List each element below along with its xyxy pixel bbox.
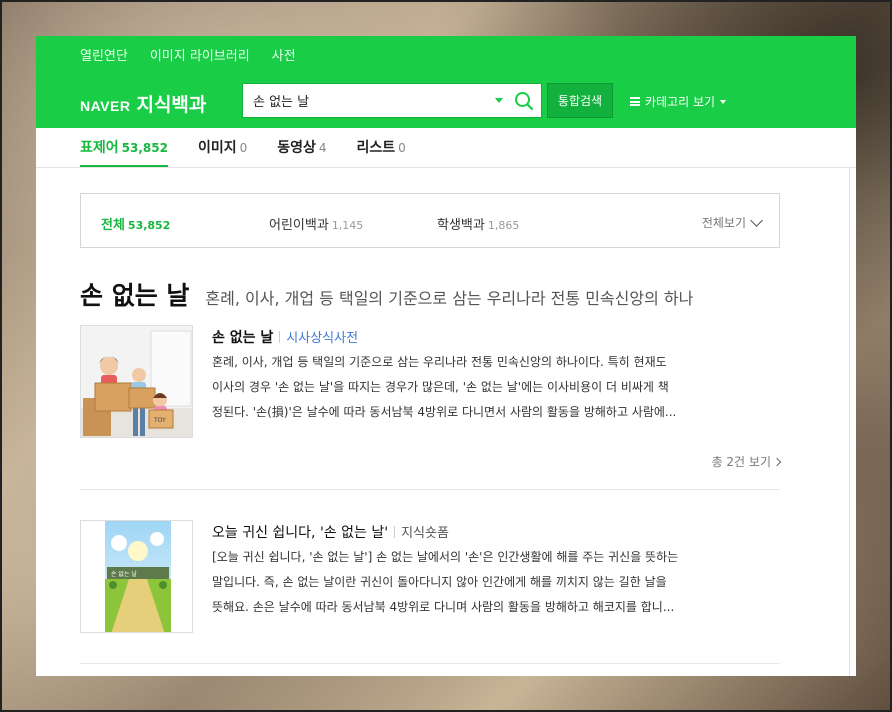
- content-divider: [849, 168, 850, 676]
- tab-images[interactable]: 이미지 0: [198, 128, 247, 167]
- sunny-road-illustration[interactable]: 손 없는 날: [80, 520, 193, 633]
- tab-videos[interactable]: 동영상 4: [277, 128, 326, 167]
- result-item: TOY 손 없는 날 시사상식사전 혼례, 이사, 개업 등 택일의 기준으로 삼…: [80, 325, 782, 500]
- chevron-down-icon: [720, 99, 727, 104]
- search-box: [242, 83, 542, 118]
- moving-family-illustration[interactable]: TOY: [80, 325, 193, 438]
- top-nav: 열린연단 이미지 라이브러리 사전: [80, 45, 296, 64]
- logo-brand: NAVER: [80, 98, 131, 114]
- result-title-link[interactable]: 손 없는 날: [212, 330, 273, 346]
- autocomplete-toggle-icon[interactable]: [495, 98, 503, 103]
- term-description: 혼례, 이사, 개업 등 택일의 기준으로 삼는 우리나라 전통 민속신앙의 하…: [205, 289, 694, 308]
- result-snippet[interactable]: [오늘 귀신 쉽니다, '손 없는 날'] 손 없는 날에서의 '손'은 인간생…: [212, 545, 752, 620]
- svg-text:TOY: TOY: [153, 417, 166, 424]
- filter-student-encyclopedia[interactable]: 학생백과 1,865: [437, 214, 519, 233]
- more-results-link[interactable]: 총 2건 보기: [712, 453, 782, 470]
- chevron-down-icon: [750, 213, 763, 227]
- term-title: 손 없는 날: [80, 281, 190, 310]
- result-title-link[interactable]: 오늘 귀신 쉽니다, '손 없는 날': [212, 525, 388, 541]
- category-label: 카테고리 보기: [645, 95, 716, 109]
- result-title-row: 오늘 귀신 쉽니다, '손 없는 날' 지식숏폼: [212, 522, 449, 542]
- result-item: 손 없는 날 오늘 귀신 쉽니다, '손 없는 날' 지식숏폼 [오늘 귀신 쉽니…: [80, 520, 780, 640]
- result-source-link[interactable]: 시사상식사전: [286, 331, 358, 346]
- result-title-row: 손 없는 날 시사상식사전: [212, 327, 358, 347]
- search-input[interactable]: [243, 84, 495, 117]
- result-source-link[interactable]: 지식숏폼: [401, 526, 449, 541]
- term-heading: 손 없는 날 혼례, 이사, 개업 등 택일의 기준으로 삼는 우리나라 전통 …: [80, 276, 693, 312]
- chevron-right-icon: [772, 457, 782, 466]
- category-view-button[interactable]: 카테고리 보기: [630, 93, 727, 110]
- search-icon[interactable]: [513, 90, 535, 112]
- logo[interactable]: NAVER 지식백과: [80, 90, 206, 117]
- result-divider: [80, 663, 780, 664]
- tab-lists[interactable]: 리스트 0: [357, 128, 406, 167]
- top-link-image-library[interactable]: 이미지 라이브러리: [150, 45, 250, 64]
- logo-service: 지식백과: [136, 94, 207, 116]
- source-filter: 전체 53,852 어린이백과 1,145 학생백과 1,865 전체보기: [80, 193, 780, 248]
- integrated-search-button[interactable]: 통합검색: [547, 83, 613, 118]
- browser-page: 열린연단 이미지 라이브러리 사전 NAVER 지식백과 통합검색 카테고리 보…: [36, 36, 856, 676]
- view-all-filters-button[interactable]: 전체보기: [702, 213, 763, 231]
- svg-text:손 없는 날: 손 없는 날: [111, 570, 137, 578]
- filter-all[interactable]: 전체 53,852: [101, 214, 170, 233]
- top-link-dictionary[interactable]: 사전: [272, 45, 296, 64]
- top-link-open-lecture[interactable]: 열린연단: [80, 45, 128, 64]
- list-icon: [630, 97, 640, 106]
- header: 열린연단 이미지 라이브러리 사전 NAVER 지식백과 통합검색 카테고리 보…: [36, 36, 856, 128]
- result-divider: [80, 489, 780, 490]
- result-snippet[interactable]: 혼례, 이사, 개업 등 택일의 기준으로 삼는 우리나라 전통 민속신앙의 하…: [212, 350, 752, 425]
- filter-kids-encyclopedia[interactable]: 어린이백과 1,145: [269, 214, 363, 233]
- result-tabs: 표제어 53,852 이미지 0 동영상 4 리스트 0: [36, 128, 856, 168]
- tab-headwords[interactable]: 표제어 53,852: [80, 128, 168, 167]
